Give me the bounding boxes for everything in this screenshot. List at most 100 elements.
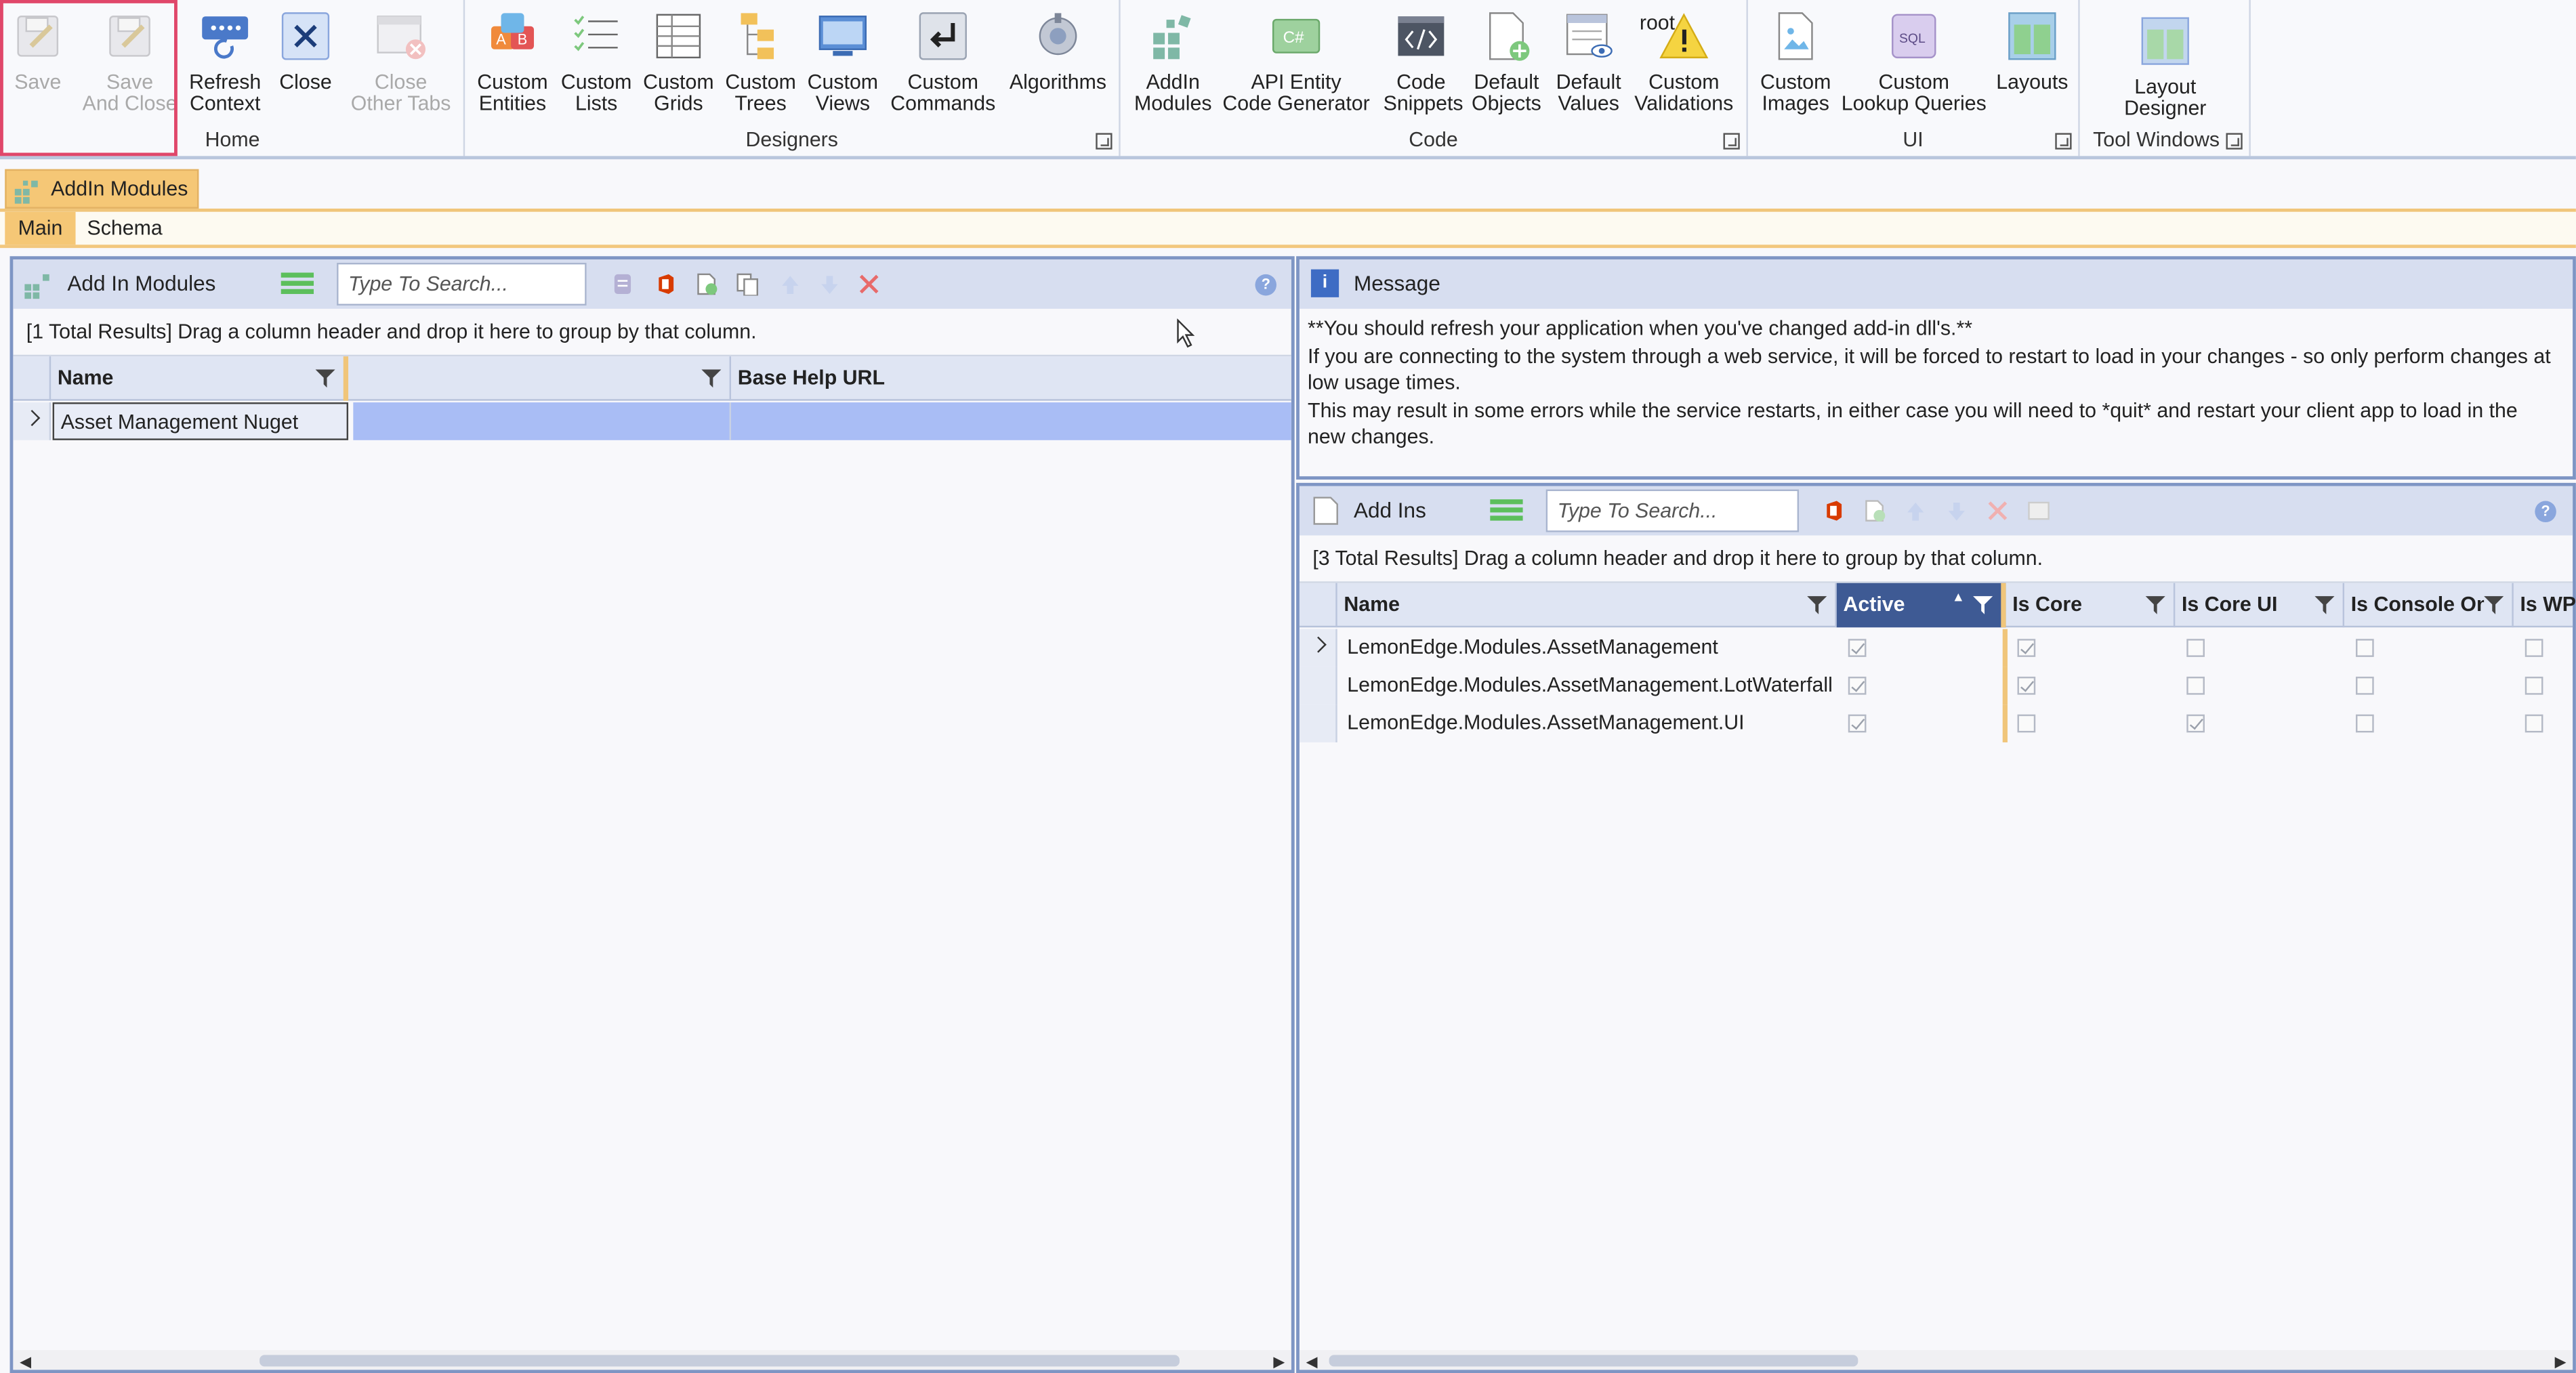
custom-grids-button[interactable]: Custom Grids [642,7,715,115]
layout-designer-button[interactable]: Layout Designer [2113,12,2218,120]
filter-icon[interactable] [315,368,335,388]
office-icon[interactable] [654,273,677,296]
column-header-is-core[interactable]: Is Core [2006,583,2176,628]
is-wp-checkbox[interactable] [2525,639,2543,657]
document-tab-addin-modules[interactable]: AddIn Modules [5,169,199,209]
cell-name[interactable]: LemonEdge.Modules.AssetManagement.UI [1341,704,1833,742]
is-core-ui-checkbox[interactable] [2186,676,2205,695]
cell-name[interactable]: LemonEdge.Modules.AssetManagement.LotWat… [1341,667,1833,704]
copy-icon[interactable] [736,273,759,296]
is-console-only-checkbox[interactable] [2356,714,2374,733]
row-expander[interactable] [1299,629,1337,667]
table-row[interactable]: LemonEdge.Modules.AssetManagement.UI [1299,704,2573,742]
column-chooser-icon[interactable] [1490,499,1523,522]
is-core-checkbox[interactable] [2017,639,2036,657]
dialog-launcher-icon[interactable] [1096,133,1113,150]
dialog-launcher-icon[interactable] [1723,133,1740,150]
tab-main[interactable]: Main [5,211,76,245]
scroll-left-icon[interactable]: ◀ [20,1353,31,1372]
horizontal-scrollbar[interactable]: ◀ ▶ [1299,1350,2573,1372]
filter-icon[interactable] [1807,595,1827,614]
is-core-checkbox[interactable] [2017,676,2036,695]
filter-icon[interactable] [701,368,722,388]
horizontal-scrollbar[interactable]: ◀ ▶ [13,1350,1291,1370]
table-row[interactable]: Asset Management Nuget [13,402,1291,440]
cell-base-help-url[interactable] [730,402,1291,440]
code-snippets-button[interactable]: Code Snippets [1384,7,1463,115]
column-header-name[interactable]: Name [1337,583,1837,628]
filter-icon[interactable] [2484,594,2504,614]
is-core-ui-checkbox[interactable] [2186,714,2205,733]
column-header-is-core-ui[interactable]: Is Core UI [2175,583,2345,628]
is-core-ui-checkbox[interactable] [2186,639,2205,657]
group-by-hint[interactable]: [1 Total Results] Drag a column header a… [13,310,1291,357]
custom-views-button[interactable]: Custom Views [807,7,879,115]
default-objects-button[interactable]: Default Objects [1469,7,1545,115]
is-core-checkbox[interactable] [2017,714,2036,733]
is-wp-checkbox[interactable] [2525,714,2543,733]
refresh-context-button[interactable]: Refresh Context [184,7,266,115]
new-document-icon[interactable] [1863,499,1886,522]
move-down-icon[interactable] [818,273,842,296]
column-header-is-console-only[interactable]: Is Console Onl [2344,583,2514,628]
api-entity-code-generator-button[interactable]: C# API Entity Code Generator [1222,7,1370,115]
scroll-thumb[interactable] [1329,1355,1858,1367]
column-header-name[interactable]: Name [51,356,349,401]
cell-name[interactable]: Asset Management Nuget [52,402,349,440]
filter-icon[interactable] [2145,595,2165,614]
delete-icon[interactable] [1986,499,2009,522]
close-button[interactable]: Close [276,7,335,94]
column-chooser-icon[interactable] [281,272,314,296]
column-header-unnamed[interactable] [353,356,731,401]
column-header-base-help-url[interactable]: Base Help URL [731,356,1291,400]
is-wp-checkbox[interactable] [2525,676,2543,695]
delete-icon[interactable] [858,273,881,296]
help-icon[interactable]: ? [2535,501,2556,523]
search-input[interactable]: Type To Search... [337,262,587,305]
scroll-thumb[interactable] [259,1355,1180,1367]
column-header-is-wp[interactable]: Is WP [2514,583,2575,627]
scroll-left-icon[interactable]: ◀ [1306,1353,1318,1372]
filter-icon[interactable] [1973,595,1993,614]
clear-icon[interactable] [2027,499,2050,522]
active-checkbox[interactable] [1848,714,1867,733]
is-console-only-checkbox[interactable] [2356,639,2374,657]
scroll-right-icon[interactable]: ▶ [1273,1353,1285,1372]
cell-name[interactable]: LemonEdge.Modules.AssetManagement [1341,629,1833,667]
office-icon[interactable] [1822,499,1845,522]
scroll-right-icon[interactable]: ▶ [2555,1353,2567,1372]
new-document-icon[interactable] [695,273,718,296]
layouts-button[interactable]: Layouts [1995,7,2071,94]
column-header-active[interactable]: Active ▲ [1836,583,2006,628]
active-checkbox[interactable] [1848,676,1867,695]
table-row[interactable]: LemonEdge.Modules.AssetManagement [1299,629,2573,667]
dialog-launcher-icon[interactable] [2226,133,2243,150]
custom-images-button[interactable]: Custom Images [1758,7,1833,115]
algorithms-button[interactable]: Algorithms [1003,7,1112,94]
row-expander[interactable] [13,402,51,440]
move-up-icon[interactable] [1904,499,1927,522]
close-other-tabs-button[interactable]: Close Other Tabs [348,7,453,115]
active-checkbox[interactable] [1848,639,1867,657]
dialog-launcher-icon[interactable] [2055,133,2072,150]
move-up-icon[interactable] [778,273,802,296]
group-by-hint[interactable]: [3 Total Results] Drag a column header a… [1299,537,2573,583]
row-selector[interactable] [1299,667,1337,705]
filter-icon[interactable] [2314,595,2335,614]
tab-schema[interactable]: Schema [74,212,175,245]
default-values-button[interactable]: Default Values [1551,7,1627,115]
search-input[interactable]: Type To Search... [1545,489,1800,532]
row-selector[interactable] [1299,704,1337,742]
addin-modules-button[interactable]: AddIn Modules [1130,7,1216,115]
cell-col2[interactable] [353,402,731,440]
help-icon[interactable]: ? [1255,274,1276,296]
custom-entities-button[interactable]: AB Custom Entities [475,7,551,115]
custom-lookup-queries-button[interactable]: SQL Custom Lookup Queries [1840,7,1988,115]
custom-trees-button[interactable]: Custom Trees [724,7,797,115]
database-icon[interactable] [611,273,634,296]
is-console-only-checkbox[interactable] [2356,676,2374,695]
custom-lists-button[interactable]: Custom Lists [560,7,633,115]
custom-commands-button[interactable]: Custom Commands [889,7,997,115]
move-down-icon[interactable] [1945,499,1968,522]
table-row[interactable]: LemonEdge.Modules.AssetManagement.LotWat… [1299,667,2573,705]
